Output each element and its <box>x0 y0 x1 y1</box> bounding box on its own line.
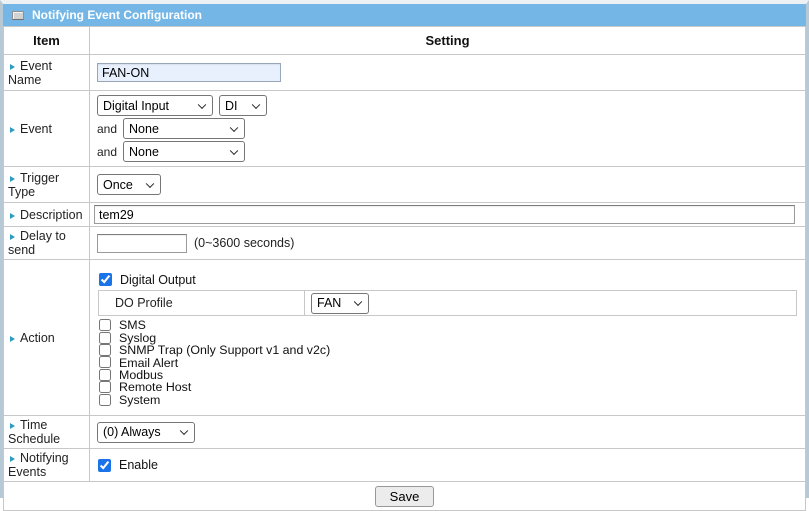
notifying-events-row: Notifying Events Enable <box>4 449 806 482</box>
description-label: Description <box>20 208 83 222</box>
do-profile-select[interactable]: FAN <box>311 293 369 314</box>
do-profile-select-wrap: FAN <box>311 293 369 314</box>
and-label: and <box>97 122 117 136</box>
description-row: Description <box>4 203 806 227</box>
setting-column-header: Setting <box>90 27 806 55</box>
bullet-arrow-icon <box>10 456 15 462</box>
event-and1-select-wrap: None <box>123 118 245 139</box>
syslog-checkbox[interactable] <box>99 332 111 344</box>
panel-title: Notifying Event Configuration <box>32 8 202 22</box>
and-label: and <box>97 145 117 159</box>
notifying-events-label-cell: Notifying Events <box>4 449 90 482</box>
event-label-cell: Event <box>4 91 90 167</box>
event-and2-select-wrap: None <box>123 141 245 162</box>
action-option-remote-host: Remote Host <box>97 381 801 393</box>
event-row: Event Digital Input DI and None and None <box>4 91 806 167</box>
event-type-select[interactable]: Digital Input <box>97 95 213 116</box>
bullet-arrow-icon <box>10 127 15 133</box>
event-and2-select[interactable]: None <box>123 141 245 162</box>
event-subtype-select-wrap: DI <box>219 95 267 116</box>
event-name-label-cell: Event Name <box>4 55 90 91</box>
bullet-arrow-icon <box>10 336 15 342</box>
action-label-cell: Action <box>4 260 90 416</box>
enable-label: Enable <box>119 458 158 472</box>
do-profile-label: DO Profile <box>99 291 305 315</box>
do-profile-subtable: DO Profile FAN <box>98 290 797 316</box>
snmp-trap-checkbox[interactable] <box>99 344 111 356</box>
bullet-arrow-icon <box>10 234 15 240</box>
remote-host-checkbox[interactable] <box>99 381 111 393</box>
system-label: System <box>119 393 160 407</box>
save-button[interactable]: Save <box>375 486 435 507</box>
delay-hint: (0~3600 seconds) <box>194 236 294 250</box>
modbus-checkbox[interactable] <box>99 369 111 381</box>
time-schedule-select[interactable]: (0) Always <box>97 422 195 443</box>
trigger-type-row: Trigger Type Once <box>4 167 806 203</box>
window-panel-icon <box>12 11 24 20</box>
event-type-select-wrap: Digital Input <box>97 95 213 116</box>
time-schedule-label: Time Schedule <box>8 418 60 446</box>
delay-input[interactable] <box>97 234 187 253</box>
bullet-arrow-icon <box>10 64 15 70</box>
bullet-arrow-icon <box>10 176 15 182</box>
event-and1-select[interactable]: None <box>123 118 245 139</box>
bullet-arrow-icon <box>10 423 15 429</box>
notifying-events-label: Notifying Events <box>8 451 69 479</box>
action-option-snmp-trap: SNMP Trap (Only Support v1 and v2c) <box>97 344 801 356</box>
action-option-sms: SMS <box>97 319 801 331</box>
time-schedule-label-cell: Time Schedule <box>4 416 90 449</box>
action-row: Action Digital Output DO Profile FAN SMS <box>4 260 806 416</box>
event-name-input[interactable] <box>97 63 281 82</box>
action-option-email-alert: Email Alert <box>97 356 801 368</box>
time-schedule-select-wrap: (0) Always <box>97 422 195 443</box>
event-subtype-select[interactable]: DI <box>219 95 267 116</box>
email-alert-checkbox[interactable] <box>99 356 111 368</box>
description-input[interactable] <box>94 205 795 224</box>
trigger-type-select[interactable]: Once <box>97 174 161 195</box>
time-schedule-row: Time Schedule (0) Always <box>4 416 806 449</box>
event-name-row: Event Name <box>4 55 806 91</box>
digital-output-label: Digital Output <box>120 273 196 287</box>
action-option-system: System <box>97 393 801 405</box>
sms-checkbox[interactable] <box>99 319 111 331</box>
delay-label-cell: Delay to send <box>4 227 90 260</box>
item-column-header: Item <box>4 27 90 55</box>
event-label: Event <box>20 122 52 136</box>
trigger-type-label: Trigger Type <box>8 171 59 199</box>
table-header-row: Item Setting <box>4 27 806 55</box>
notifying-event-configuration-panel: Notifying Event Configuration Item Setti… <box>0 0 809 498</box>
system-checkbox[interactable] <box>99 394 111 406</box>
delay-label: Delay to send <box>8 229 66 257</box>
description-label-cell: Description <box>4 203 90 227</box>
enable-checkbox[interactable] <box>98 459 111 472</box>
trigger-type-label-cell: Trigger Type <box>4 167 90 203</box>
panel-title-bar: Notifying Event Configuration <box>3 4 806 26</box>
action-option-modbus: Modbus <box>97 369 801 381</box>
action-label: Action <box>20 331 55 345</box>
save-row: Save <box>4 482 806 511</box>
configuration-table: Item Setting Event Name Event Digital In… <box>3 26 806 511</box>
trigger-type-select-wrap: Once <box>97 174 161 195</box>
action-option-syslog: Syslog <box>97 332 801 344</box>
digital-output-checkbox[interactable] <box>99 273 112 286</box>
bullet-arrow-icon <box>10 213 15 219</box>
delay-to-send-row: Delay to send (0~3600 seconds) <box>4 227 806 260</box>
